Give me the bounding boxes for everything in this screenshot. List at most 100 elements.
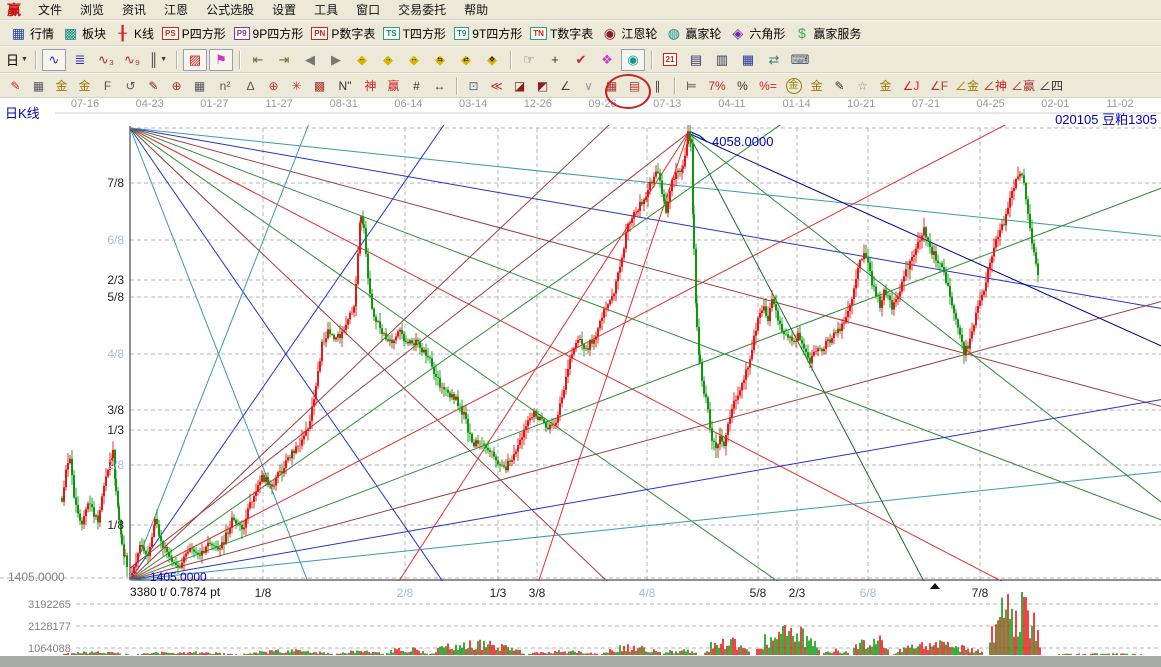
gold-level-tool[interactable]: 金	[806, 76, 827, 95]
report-button[interactable]: ≣	[68, 49, 92, 71]
menu-item-3[interactable]: 江恩	[155, 1, 197, 19]
angle-lines-tool[interactable]: ∠	[555, 76, 576, 95]
date-label: 09-26	[588, 98, 616, 110]
notes-button[interactable]: ▥	[710, 49, 734, 71]
chart-canvas[interactable]: 07-1604-2301-2711-2708-3106-1403-1412-26…	[0, 98, 1161, 667]
pan-left-button[interactable]: ◆←	[350, 49, 374, 71]
save-button[interactable]: ▦	[736, 49, 760, 71]
shen-grid-tool[interactable]: 神	[360, 76, 381, 95]
data-export-button[interactable]: ⇄	[762, 49, 786, 71]
width-measure-tool[interactable]: ↔	[429, 76, 450, 95]
angle-win-tool[interactable]: ∠赢	[1010, 76, 1036, 95]
pen-tool[interactable]: ✎	[5, 76, 26, 95]
percent-tool[interactable]: %	[732, 76, 753, 95]
market-button-11[interactable]: ◈六角形	[729, 25, 785, 42]
fan-in-square-tool[interactable]: ◪	[509, 76, 530, 95]
pan-right-button[interactable]: ◆→	[376, 49, 400, 71]
menu-item-6[interactable]: 工具	[305, 1, 347, 19]
square-box-tool[interactable]: ⊡	[463, 76, 484, 95]
menu-item-8[interactable]: 交易委托	[389, 1, 455, 19]
percent-7-tool[interactable]: 7%	[704, 76, 730, 95]
gann-fan-tool[interactable]: ≪	[486, 76, 507, 95]
market-button-10[interactable]: ◍赢家轮	[665, 25, 721, 42]
pin-marker-button[interactable]: ✔	[569, 49, 593, 71]
menu-item-5[interactable]: 设置	[263, 1, 305, 19]
button-glyph: ⇥	[279, 52, 290, 68]
festival-button[interactable]: ❖	[595, 49, 619, 71]
circle-cycle-tool[interactable]: ⊕	[166, 76, 187, 95]
market-button-5[interactable]: PNP数字表	[311, 25, 375, 42]
candle-style-button[interactable]: ║▼	[146, 49, 170, 71]
menu-item-0[interactable]: 文件	[29, 1, 71, 19]
wave-3-button[interactable]: ∿₃	[94, 49, 118, 71]
curve-chart-button[interactable]: ∿	[42, 49, 66, 71]
fit-width-button[interactable]: ◆↔	[402, 49, 426, 71]
angle-j-tool[interactable]: ∠J	[898, 76, 924, 95]
ruler-tool[interactable]: #	[406, 76, 427, 95]
market-button-2[interactable]: ╂K线	[114, 25, 154, 42]
market-button-12[interactable]: $赢家服务	[793, 25, 861, 42]
first-bar-button[interactable]: ⇤	[246, 49, 270, 71]
gann-circle-tool[interactable]: ⊕	[263, 76, 284, 95]
hand-tool-button[interactable]: ☞	[517, 49, 541, 71]
level-list-tool[interactable]: ⊨	[681, 76, 702, 95]
dense-grid-tool[interactable]: ▦	[189, 76, 210, 95]
annotate-tool[interactable]: ✎	[829, 76, 850, 95]
market-button-4[interactable]: P99P四方形	[234, 25, 303, 42]
scroll-left-button[interactable]: ◀	[298, 49, 322, 71]
menu-item-7[interactable]: 窗口	[347, 1, 389, 19]
menu-item-9[interactable]: 帮助	[455, 1, 497, 19]
pattern-button[interactable]: ▨	[183, 49, 207, 71]
market-button-8[interactable]: TNT数字表	[530, 25, 593, 42]
remote-button[interactable]: ⌨	[788, 49, 812, 71]
zoom-in-button[interactable]: ◆⇄	[454, 49, 478, 71]
n-wave-tool[interactable]: N"	[332, 76, 358, 95]
scroll-right-button[interactable]: ▶	[324, 49, 348, 71]
gold-underline-tool[interactable]: 金	[875, 76, 896, 95]
calculator-button[interactable]: ▤	[684, 49, 708, 71]
menu-item-1[interactable]: 浏览	[71, 1, 113, 19]
smart-analysis-button[interactable]: ◉	[621, 49, 645, 71]
brush-tool[interactable]: ✎	[143, 76, 164, 95]
angle-four-tool[interactable]: ∠四	[1038, 76, 1064, 95]
chart-area[interactable]: 07-1604-2301-2711-2708-3106-1403-1412-26…	[0, 98, 1161, 667]
market-button-6[interactable]: TST四方形	[383, 25, 446, 42]
period-selector[interactable]: 日▼	[5, 49, 29, 71]
menu-item-4[interactable]: 公式选股	[197, 1, 263, 19]
gann-box-tool[interactable]: ▤	[624, 76, 645, 95]
f-grid-tool[interactable]: F	[97, 76, 118, 95]
win-grid-tool[interactable]: 赢	[383, 76, 404, 95]
spiral-square-tool[interactable]: ▩	[309, 76, 330, 95]
market-button-9[interactable]: ◉江恩轮	[601, 25, 657, 42]
market-button-1[interactable]: ▩板块	[62, 25, 106, 42]
market-button-3[interactable]: PSP四方形	[162, 25, 226, 42]
gold-circle-tool[interactable]: 金	[783, 76, 804, 95]
gold-grid-tool-1[interactable]: 金	[51, 76, 72, 95]
parallel-lines-tool[interactable]: ∥	[647, 76, 668, 95]
gann-grid-tool[interactable]: ▦	[601, 76, 622, 95]
gold-grid-tool-2[interactable]: 金	[74, 76, 95, 95]
market-button-7[interactable]: T99T四方形	[454, 25, 522, 42]
zoom-out-button[interactable]: ◆⇆	[428, 49, 452, 71]
flag-button[interactable]: ⚑	[209, 49, 233, 71]
center-button[interactable]: ◆✥	[480, 49, 504, 71]
percent-line-tool[interactable]: %=	[755, 76, 781, 95]
square-number-tool[interactable]: n²	[212, 76, 238, 95]
angle-f-tool[interactable]: ∠F	[926, 76, 952, 95]
wave-9-button[interactable]: ∿₉	[120, 49, 144, 71]
star-wave-tool[interactable]: ☆	[852, 76, 873, 95]
angle-gold-tool[interactable]: ∠金	[954, 76, 980, 95]
star-burst-tool[interactable]: ✳	[286, 76, 307, 95]
spiral-5-tool[interactable]: ↺	[120, 76, 141, 95]
fan-in-square-2-tool[interactable]: ◩	[532, 76, 553, 95]
menu-item-2[interactable]: 资讯	[113, 1, 155, 19]
calendar-button[interactable]: 21	[658, 49, 682, 71]
v-lines-tool[interactable]: ∨	[578, 76, 599, 95]
angle-shen-tool[interactable]: ∠神	[982, 76, 1008, 95]
triangle-tool[interactable]: ∆	[240, 76, 261, 95]
last-bar-button[interactable]: ⇥	[272, 49, 296, 71]
bottom-strip	[0, 656, 1161, 667]
grid-tool[interactable]: ▦	[28, 76, 49, 95]
market-button-0[interactable]: ▦行情	[10, 25, 54, 42]
crosshair-button[interactable]: +	[543, 49, 567, 71]
